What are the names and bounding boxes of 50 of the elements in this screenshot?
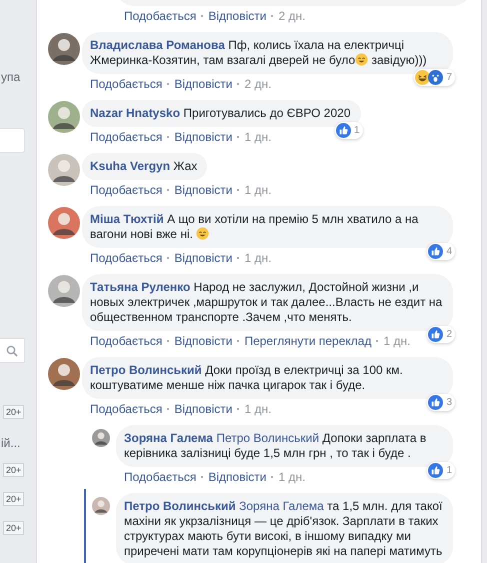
sidebar-label[interactable]: упа xyxy=(0,70,20,84)
comment-text: Петро Волинський Зоряна Галема та 1,5 млн. для такої махіни як укрзалізниця — це дріб'язок. Зарплати в таких структурах мають бути високі, в іншому випадку ми приречені мати там корупціонерів які на папері матимуть xyxy=(124,499,443,559)
action-link[interactable]: Відповісти xyxy=(174,251,232,265)
comment-text: Владислава Романова Пф, колись їхала на електричці Жмеринка-Козятин, там взагалі дверей не було завідую))) xyxy=(90,38,428,68)
action-link[interactable]: Відповісти xyxy=(208,9,266,23)
action-link[interactable]: Подобається xyxy=(90,130,162,144)
action-link[interactable]: Відповісти xyxy=(174,334,232,348)
like-icon xyxy=(428,244,444,259)
avatar xyxy=(92,497,110,515)
search-field[interactable] xyxy=(0,338,25,363)
emoji-icon xyxy=(196,227,210,240)
avatar xyxy=(48,33,80,65)
action-link[interactable]: Відповісти xyxy=(174,402,232,416)
action-link[interactable]: Відповісти xyxy=(208,470,266,484)
avatar xyxy=(48,207,80,239)
count-badge: 20+ xyxy=(3,521,24,535)
action-link[interactable]: Подобається xyxy=(90,77,162,91)
action-link[interactable]: Подобається xyxy=(90,183,162,197)
action-link[interactable]: Відповісти xyxy=(174,77,232,91)
action-link[interactable]: Подобається xyxy=(90,334,162,348)
like-icon xyxy=(428,463,444,478)
sidebar-label[interactable]: ій... xyxy=(0,436,20,450)
comment-text: Татьяна Руленко Народ не заслужил, Достойной жизни ,и новых электричек ,маршруток и так далее...Власть не ездит на общественном транспорте .Зачем ,что менять. xyxy=(90,280,443,325)
count-badge: 20+ xyxy=(3,492,24,506)
like-icon xyxy=(428,395,444,410)
avatar xyxy=(48,154,80,186)
action-link[interactable]: Відповісти xyxy=(174,183,232,197)
like-icon xyxy=(428,327,444,342)
action-link[interactable]: Подобається xyxy=(124,9,196,23)
avatar xyxy=(48,101,80,133)
search-icon xyxy=(6,344,18,356)
comment-text: Nazar Hnatysko Приготувались до ЄВРО 2020 xyxy=(90,106,350,121)
comment-text: Ksuha Vergyn Жах xyxy=(90,159,198,174)
laughing-icon xyxy=(415,70,430,85)
surprised-icon xyxy=(428,70,444,85)
emoji-icon xyxy=(355,53,368,66)
count-badge: 20+ xyxy=(3,405,24,419)
action-link[interactable]: Відповісти xyxy=(174,130,232,144)
like-icon xyxy=(336,123,351,138)
action-link[interactable]: Подобається xyxy=(124,470,196,484)
comment-text: Петро Волинський Доки проїзд в електричці за 100 км. коштуватиме менше ніж пачка цигарок так і буде. xyxy=(90,363,404,393)
action-link[interactable]: Подобається xyxy=(90,251,162,265)
comment-text: Міша Тюхтій А що ви хотіли на премію 5 млн хватило а на вагони нові вже ні. xyxy=(90,212,420,242)
count-badge: 20+ xyxy=(3,463,24,477)
action-link[interactable]: Переглянути переклад xyxy=(244,334,372,348)
avatar xyxy=(48,358,80,390)
avatar xyxy=(92,429,110,447)
avatar xyxy=(48,275,80,307)
action-link[interactable]: Подобається xyxy=(90,402,162,416)
comment-text: Зоряна Галема Петро Волинський Допоки зарплата в керівника залізниці буде 1,5 млн грн , то так і буде . xyxy=(124,431,428,461)
